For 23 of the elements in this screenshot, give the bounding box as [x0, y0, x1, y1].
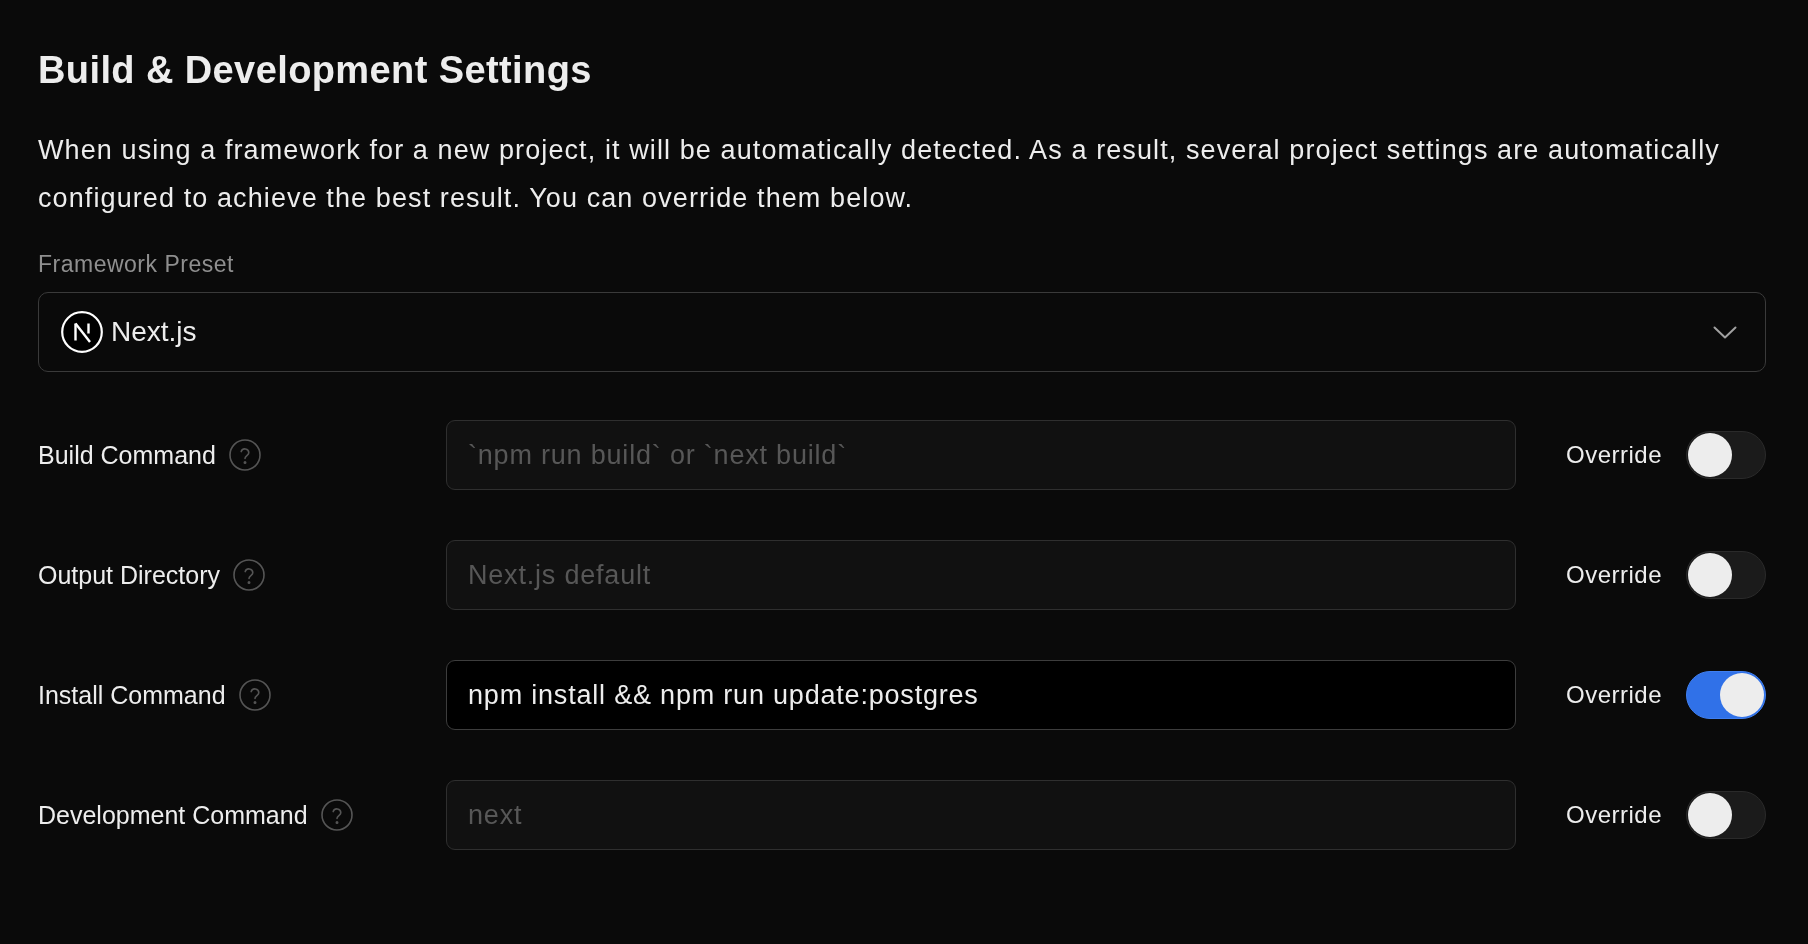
n-logo-icon — [61, 311, 103, 353]
toggle-switch[interactable] — [1686, 551, 1766, 599]
toggle-switch[interactable] — [1686, 671, 1766, 719]
help-icon[interactable] — [233, 559, 265, 591]
override-label: Override — [1565, 801, 1662, 829]
help-icon[interactable] — [320, 799, 353, 831]
field-label: Development Command — [38, 800, 308, 830]
field-label: Framework Preset — [38, 250, 234, 278]
override-label: Override — [1565, 681, 1662, 709]
input-field[interactable]: npm install && npm run update:postgres — [446, 660, 1516, 730]
toggle-switch[interactable] — [1686, 431, 1766, 479]
section-description: When using a framework for a new project, it will be automatically detected. As a result, several project settings are automatically configured to achieve the best result. You can override them below. — [38, 134, 1721, 215]
field-label: Install Command — [38, 680, 226, 710]
toggle-switch[interactable] — [1686, 791, 1766, 839]
field-label: Output Directory — [38, 560, 220, 590]
override-label: Override — [1565, 561, 1662, 589]
help-icon[interactable] — [238, 679, 271, 711]
section-title: Build & Development Settings — [38, 48, 593, 93]
override-label: Override — [1565, 441, 1662, 469]
field-label: Build Command — [38, 440, 216, 470]
help-icon[interactable] — [228, 439, 261, 471]
framework-select[interactable]: Next.js — [38, 292, 1766, 372]
chevron-down-icon — [1713, 325, 1737, 339]
